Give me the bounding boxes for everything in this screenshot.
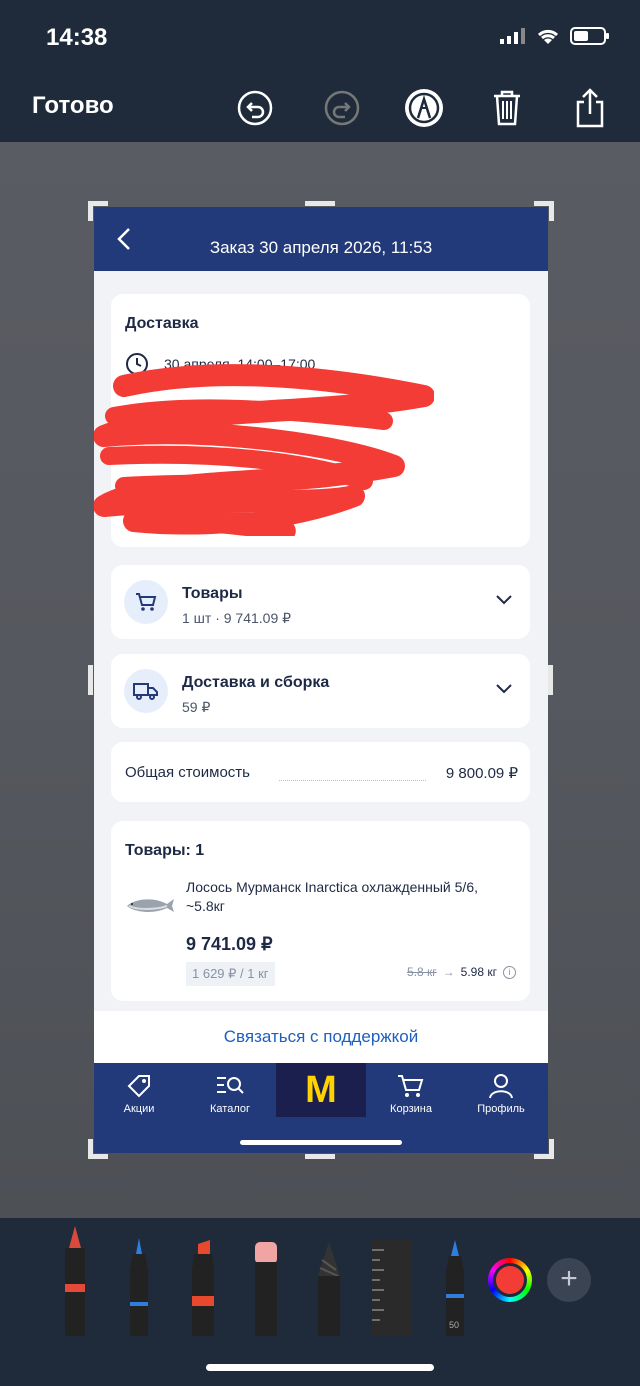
trash-icon	[494, 90, 520, 126]
total-leader	[279, 780, 426, 781]
product-price: 9 741.09 ₽	[186, 934, 273, 954]
markup-topbar: 14:38 Готово	[0, 0, 640, 142]
pencil-tool-icon[interactable]	[314, 1242, 344, 1336]
crop-handle-bottom-left[interactable]	[88, 1139, 108, 1159]
tab-cart[interactable]: Корзина	[366, 1073, 456, 1115]
weight-new: 5.98 кг	[460, 965, 497, 979]
selected-color-swatch	[496, 1266, 524, 1294]
order-title: Заказ 30 апреля 2026, 11:53	[209, 238, 433, 257]
share-icon	[576, 88, 604, 128]
cart-icon	[136, 593, 157, 611]
crop-handle-bottom[interactable]	[305, 1154, 335, 1159]
markup-pen-icon	[405, 89, 443, 127]
battery-icon	[570, 27, 609, 45]
info-icon[interactable]: i	[503, 965, 516, 979]
product-name[interactable]: Лосось Мурманск Inarctica охлажденный 5/…	[186, 878, 516, 916]
marker-tool[interactable]: 50	[441, 1240, 469, 1336]
delivery-summary-subtitle: 59 ₽	[182, 699, 211, 715]
color-picker-button[interactable]	[488, 1258, 532, 1302]
color-picker-ring	[493, 1263, 527, 1297]
crop-handle-left[interactable]	[88, 665, 93, 695]
tab-profile[interactable]: Профиль	[456, 1073, 546, 1115]
delivery-title: Доставка	[125, 315, 199, 332]
redo-button[interactable]	[322, 88, 362, 128]
total-label: Общая стоимость	[125, 764, 250, 781]
goods-subtitle: 1 шт · 9 741.09 ₽	[182, 610, 292, 626]
chevron-down-icon	[496, 684, 512, 694]
contact-support-button[interactable]: Связаться с поддержкой	[94, 1011, 548, 1063]
tab-cart-label: Корзина	[390, 1103, 432, 1115]
salmon-image[interactable]	[125, 894, 175, 916]
goods-title: Товары	[182, 585, 243, 602]
cart-icon-badge	[124, 580, 168, 624]
unit-price-badge: 1 629 ₽ / 1 кг	[186, 962, 275, 986]
eraser-tool-icon[interactable]	[251, 1242, 281, 1336]
delivery-summary-title: Доставка и сборка	[182, 674, 330, 691]
screenshot-preview: Заказ 30 апреля 2026, 11:53 Доставка 30 …	[94, 207, 548, 1153]
delivery-summary-card[interactable]: Доставка и сборка 59 ₽	[111, 654, 530, 728]
weight-change: 5.8 кг → 5.98 кг i	[407, 965, 516, 979]
pen-tool-icon[interactable]	[60, 1226, 90, 1336]
crop-handle-bottom-right[interactable]	[534, 1139, 554, 1159]
done-button[interactable]: Готово	[32, 92, 114, 120]
crop-handle-top[interactable]	[305, 201, 335, 206]
system-home-indicator	[206, 1364, 434, 1371]
home-logo-tab[interactable]: M	[276, 1063, 366, 1117]
truck-icon	[133, 683, 158, 700]
status-time: 14:38	[46, 24, 108, 51]
redo-icon	[324, 90, 360, 126]
crop-handle-right[interactable]	[548, 665, 553, 695]
ruler-tool-icon[interactable]	[370, 1240, 414, 1336]
tag-icon	[127, 1075, 150, 1098]
undo-button[interactable]	[235, 88, 275, 128]
plus-icon: +	[560, 1262, 578, 1295]
monoline-tool-icon[interactable]	[125, 1238, 153, 1336]
tab-catalog[interactable]: Каталог	[185, 1073, 275, 1115]
markup-toolbar: 50 +	[0, 1218, 640, 1386]
tab-promotions-label: Акции	[123, 1103, 155, 1115]
total-value: 9 800.09 ₽	[445, 765, 518, 782]
add-tool-button[interactable]: +	[547, 1258, 591, 1302]
order-header: Заказ 30 апреля 2026, 11:53	[94, 207, 548, 271]
status-icons	[500, 26, 610, 46]
chevron-down-icon	[496, 595, 512, 605]
delivery-card: Доставка 30 апреля, 14:00–17:00	[94, 294, 530, 547]
tab-catalog-label: Каталог	[210, 1103, 250, 1115]
tab-promotions[interactable]: Акции	[94, 1073, 184, 1115]
catalog-search-icon	[217, 1077, 244, 1094]
signal-icon	[500, 28, 525, 44]
redaction-scribble	[94, 364, 434, 536]
home-indicator	[240, 1140, 402, 1145]
goods-summary-card[interactable]: Товары 1 шт · 9 741.09 ₽	[111, 565, 530, 639]
truck-icon-badge	[124, 669, 168, 713]
tab-profile-label: Профиль	[477, 1103, 525, 1115]
undo-icon	[237, 90, 273, 126]
delete-button[interactable]	[487, 88, 527, 128]
total-card: Общая стоимость 9 800.09 ₽	[111, 742, 530, 802]
cart-icon	[398, 1075, 424, 1097]
highlighter-tool-icon[interactable]	[188, 1240, 218, 1336]
crop-handle-top-right[interactable]	[534, 201, 554, 221]
weight-old: 5.8 кг	[407, 965, 437, 979]
arrow-right-icon: →	[442, 965, 455, 979]
marker-size: 50	[449, 1320, 460, 1330]
wifi-icon	[537, 29, 559, 44]
items-card: Товары: 1 Лосось Мурманск Inarctica охла…	[111, 821, 530, 1001]
share-button[interactable]	[570, 88, 610, 128]
logo-letter: M	[305, 1068, 337, 1111]
crop-handle-top-left[interactable]	[88, 201, 108, 221]
person-icon	[489, 1074, 513, 1099]
items-title: Товары: 1	[125, 842, 205, 859]
markup-pen-button[interactable]	[404, 88, 444, 128]
